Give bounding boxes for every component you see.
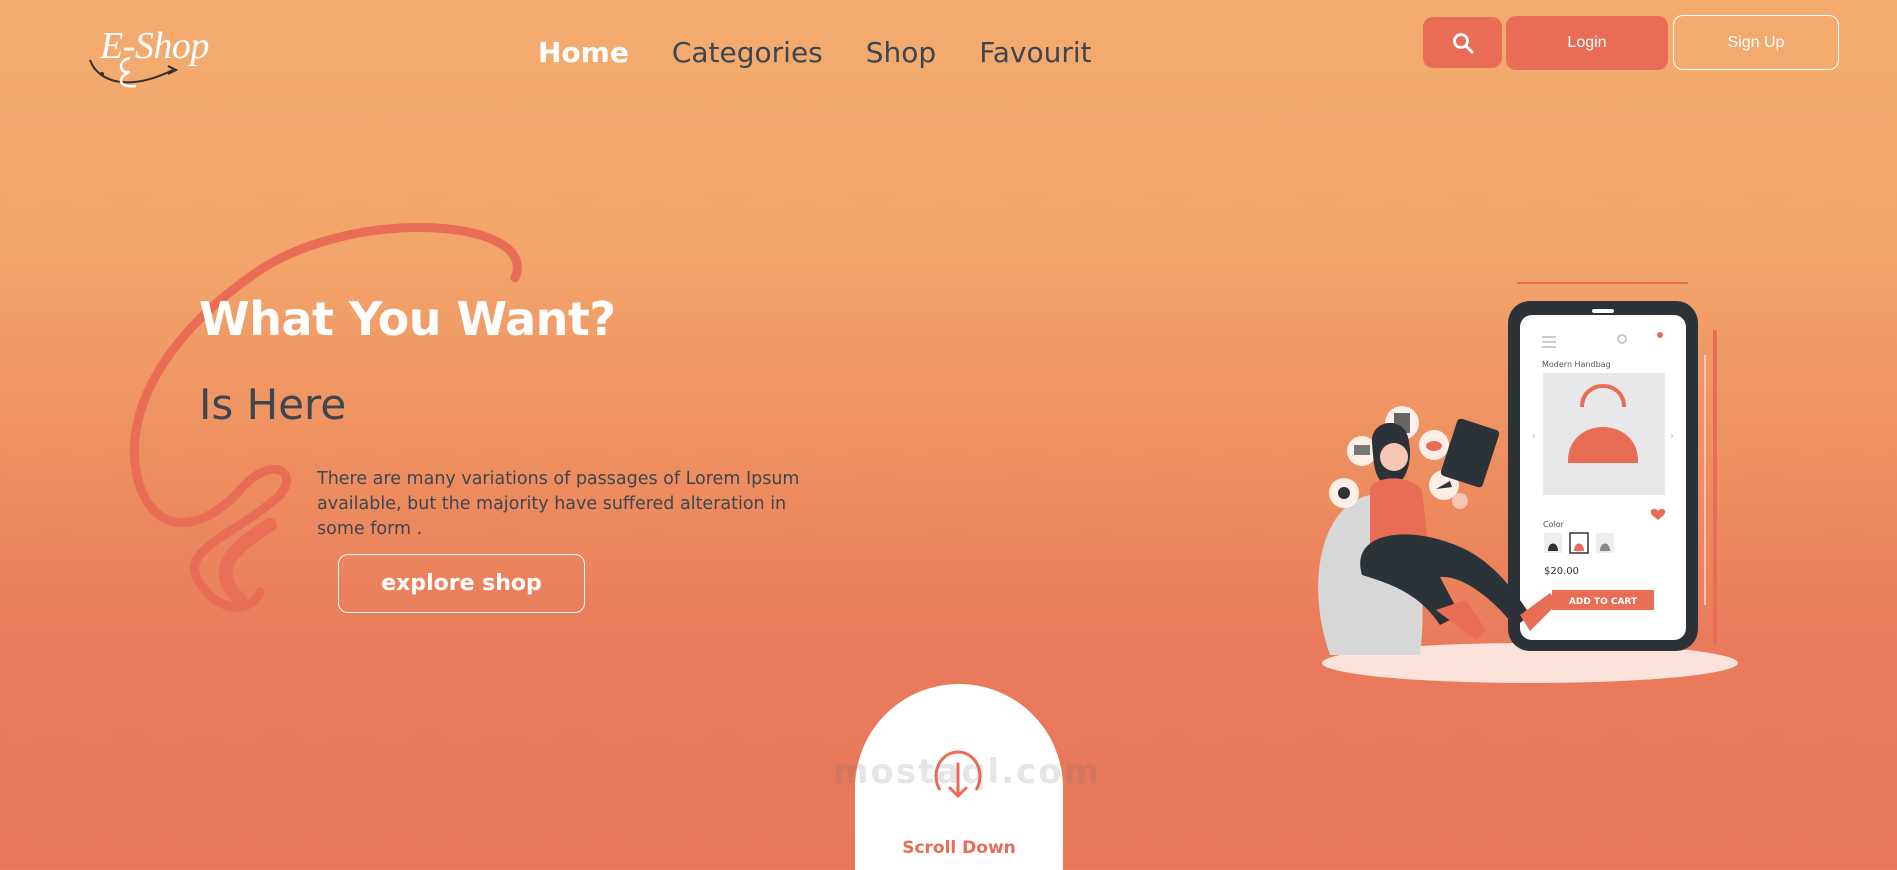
phone-add-to-cart: ADD TO CART (1569, 597, 1638, 607)
search-icon (1452, 32, 1473, 53)
login-button[interactable]: Login (1506, 16, 1668, 70)
nav-shop[interactable]: Shop (866, 36, 936, 69)
scroll-down-label: Scroll Down (902, 838, 1016, 858)
nav-favourit[interactable]: Favourit (979, 36, 1091, 69)
logo[interactable]: E-Shop (88, 22, 218, 108)
signup-button[interactable]: Sign Up (1673, 15, 1839, 70)
explore-shop-button[interactable]: explore shop (338, 554, 585, 613)
main-nav: Home Categories Shop Favourit (538, 36, 1135, 69)
hero-title: What You Want? (199, 292, 616, 346)
phone-price: $20.00 (1544, 566, 1579, 577)
svg-text:‹: ‹ (1532, 431, 1536, 442)
hero-subtitle: Is Here (199, 380, 347, 429)
svg-text:›: › (1670, 431, 1674, 442)
hero-description: There are many variations of passages of… (317, 469, 800, 539)
phone-color-label: Color (1543, 520, 1565, 529)
search-button[interactable] (1423, 17, 1502, 68)
nav-home[interactable]: Home (538, 36, 629, 69)
phone-product-title: Modern Handbag (1542, 360, 1611, 369)
logo-swoosh-icon (89, 56, 179, 88)
nav-categories[interactable]: Categories (672, 36, 823, 69)
shopping-illustration: Modern Handbag ‹ › Color $20.00 ADD TO C… (1318, 282, 1738, 683)
watermark: mostaql.com (833, 752, 1102, 792)
